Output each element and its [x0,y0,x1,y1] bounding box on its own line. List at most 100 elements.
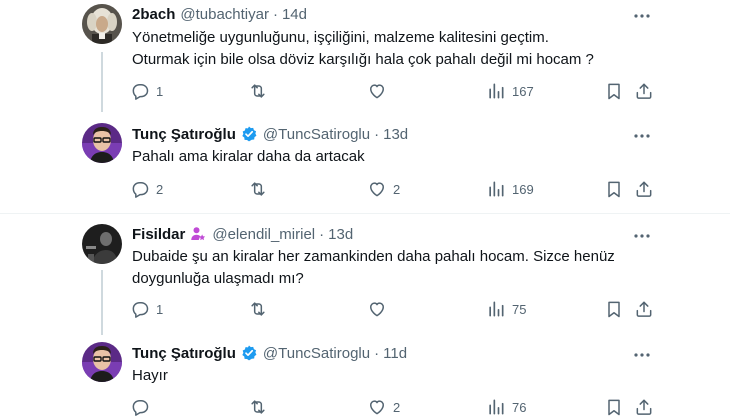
views-count: 76 [512,399,527,415]
reply-count: 1 [156,301,164,317]
avatar[interactable] [82,342,122,382]
reply-button[interactable]: 1 [130,298,163,320]
like-icon [370,84,384,99]
views-icon [489,181,504,197]
tweet-text-line: Pahalı ama kiralar daha da artacak [132,148,365,165]
like-button[interactable] [367,298,393,320]
divider [0,213,730,214]
thread-connector [101,270,103,335]
user-handle[interactable]: @tubachtiyar [180,6,269,23]
avatar[interactable] [82,224,122,264]
more-icon[interactable] [632,126,652,146]
reply-icon [132,400,149,416]
timestamp[interactable]: 14d [282,6,307,23]
like-icon [370,182,384,197]
tweet-text: Yönetmeliğe uygunluğunu, işçiliğini, mal… [132,27,652,71]
tweet-text-line: Dubaide şu an kiralar her zamankinden da… [132,248,615,265]
display-name[interactable]: Fisildar [132,226,185,243]
reply-count: 1 [156,83,164,99]
reply-icon [132,182,149,198]
action-bar: 2 76 [130,396,660,418]
tweet-text-line: doygunluğa ulaşmadı mı? [132,270,304,287]
share-icon [636,301,652,317]
bookmark-button[interactable] [604,396,624,418]
retweet-button[interactable] [248,178,274,200]
user-handle[interactable]: @TuncSatiroglu [263,345,370,362]
like-button[interactable] [367,80,393,102]
more-icon[interactable] [632,226,652,246]
bookmark-button[interactable] [604,178,624,200]
separator-dot: · [272,5,278,23]
share-button[interactable] [634,396,654,418]
tweet-header: 2bach @tubachtiyar · 14d [132,4,307,24]
tweet-text-line: Oturmak için bile olsa döviz karşılığı h… [132,51,594,68]
action-bar: 1 167 [130,80,660,102]
views-icon [489,399,504,415]
share-button[interactable] [634,298,654,320]
bookmark-icon [608,399,620,416]
tweet-text: Dubaide şu an kiralar her zamankinden da… [132,246,652,290]
timestamp[interactable]: 13d [383,126,408,143]
views-count: 167 [512,83,534,99]
bookmark-icon [608,181,620,198]
reply-icon [132,84,149,100]
reply-button[interactable] [130,396,156,418]
user-badge-icon [189,225,207,243]
bookmark-button[interactable] [604,80,624,102]
timestamp[interactable]: 11d [383,345,407,362]
avatar[interactable] [82,4,122,44]
like-count: 2 [393,181,401,197]
like-button[interactable]: 2 [367,178,400,200]
retweet-button[interactable] [248,298,274,320]
tweet-header: Tunç Şatıroğlu @TuncSatiroglu · 13d [132,124,408,144]
action-bar: 1 75 [130,298,660,320]
share-icon [636,181,652,197]
tweet-text: Hayır [132,365,652,387]
views-button[interactable]: 167 [486,80,534,102]
reply-count: 2 [156,181,164,197]
thread-connector [101,52,103,112]
avatar[interactable] [82,123,122,163]
more-icon[interactable] [632,6,652,26]
views-count: 169 [512,181,534,197]
tweet-header: Fisildar @elendil_miriel · 13d [132,224,353,244]
like-icon [370,302,384,317]
bookmark-icon [608,83,620,100]
reply-icon [132,302,149,318]
more-icon[interactable] [632,345,652,365]
retweet-icon [251,400,265,414]
user-handle[interactable]: @elendil_miriel [212,226,315,243]
separator-dot: · [319,225,325,243]
views-button[interactable]: 76 [486,396,526,418]
verified-badge-icon [240,125,258,143]
action-bar: 2 2 169 [130,178,660,200]
retweet-icon [251,84,265,98]
views-count: 75 [512,301,527,317]
display-name[interactable]: Tunç Şatıroğlu [132,345,236,362]
bookmark-button[interactable] [604,298,624,320]
like-button[interactable]: 2 [367,396,400,418]
bookmark-icon [608,301,620,318]
tweet-header: Tunç Şatıroğlu @TuncSatiroglu · 11d [132,343,407,363]
views-button[interactable]: 169 [486,178,534,200]
retweet-icon [251,182,265,196]
share-icon [636,83,652,99]
share-button[interactable] [634,178,654,200]
display-name[interactable]: 2bach [132,6,175,23]
retweet-button[interactable] [248,396,274,418]
retweet-button[interactable] [248,80,274,102]
views-button[interactable]: 75 [486,298,526,320]
like-count: 2 [393,399,401,415]
display-name[interactable]: Tunç Şatıroğlu [132,126,236,143]
timestamp[interactable]: 13d [328,226,353,243]
separator-dot: · [374,125,380,143]
user-handle[interactable]: @TuncSatiroglu [263,126,370,143]
reply-button[interactable]: 1 [130,80,163,102]
verified-badge-icon [240,344,258,362]
reply-button[interactable]: 2 [130,178,163,200]
share-icon [636,399,652,415]
tweet-text-line: Hayır [132,367,168,384]
views-icon [489,301,504,317]
tweet-text: Pahalı ama kiralar daha da artacak [132,146,652,168]
share-button[interactable] [634,80,654,102]
